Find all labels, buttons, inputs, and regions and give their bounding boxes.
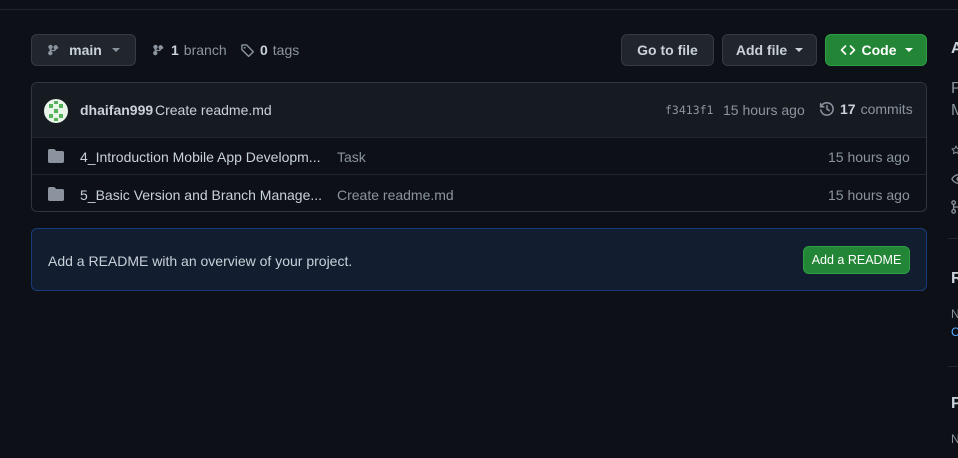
commit-message-link[interactable]: Create readme.md (155, 102, 272, 118)
go-to-file-label: Go to file (637, 42, 698, 58)
packages-text-line: N (951, 432, 958, 446)
branches-link[interactable]: 1 branch (152, 41, 227, 59)
file-commit-time: 15 hours ago (828, 187, 910, 203)
about-text-line: P (951, 80, 958, 97)
caret-down-icon (111, 48, 120, 52)
commits-link[interactable]: 17 commits (819, 101, 913, 117)
git-branch-icon (48, 44, 59, 56)
eye-icon (951, 174, 958, 184)
code-button[interactable]: Code (825, 34, 927, 66)
file-browser: dhaifan999 Create readme.md f3413f1 15 h… (31, 82, 927, 212)
file-row[interactable]: 5_Basic Version and Branch Manage... Cre… (32, 174, 926, 211)
sidebar-divider (948, 366, 958, 367)
about-heading: A (951, 40, 958, 57)
header-divider (0, 9, 958, 10)
packages-heading: P (951, 395, 958, 412)
git-branch-icon (153, 44, 164, 56)
add-readme-button[interactable]: Add a README (803, 246, 910, 274)
releases-text-line: N (951, 307, 958, 321)
branch-count-label: branch (183, 42, 227, 58)
history-icon (819, 102, 834, 116)
code-icon (840, 45, 855, 55)
file-name-link[interactable]: 5_Basic Version and Branch Manage... (80, 187, 322, 203)
about-text-line: M (951, 102, 958, 119)
commit-count-label: commits (860, 101, 913, 117)
file-commit-message-link[interactable]: Create readme.md (337, 187, 454, 203)
tag-count: 0 (260, 42, 268, 58)
star-icon (951, 145, 958, 155)
tags-link[interactable]: 0 tags (240, 41, 299, 59)
sidebar-divider (948, 238, 958, 239)
latest-commit-row: dhaifan999 Create readme.md f3413f1 15 h… (32, 83, 926, 138)
tag-count-label: tags (272, 42, 300, 58)
file-commit-message-link[interactable]: Task (337, 149, 366, 165)
tag-icon (241, 43, 255, 57)
folder-icon (48, 149, 64, 163)
file-name-link[interactable]: 4_Introduction Mobile App Developm... (80, 149, 320, 165)
add-file-label: Add file (735, 42, 788, 58)
file-commit-time: 15 hours ago (828, 149, 910, 165)
commit-count: 17 (840, 101, 856, 117)
caret-down-icon (795, 48, 804, 52)
branch-name: main (69, 42, 102, 58)
code-label: Code (861, 42, 897, 58)
releases-heading: R (951, 270, 958, 287)
releases-link[interactable]: C (951, 325, 958, 339)
fork-icon (951, 200, 958, 214)
file-row[interactable]: 4_Introduction Mobile App Developm... Ta… (32, 137, 926, 174)
commit-time: 15 hours ago (723, 102, 805, 118)
avatar[interactable] (44, 99, 68, 123)
go-to-file-button[interactable]: Go to file (621, 34, 714, 66)
branch-selector-button[interactable]: main (31, 34, 136, 66)
commit-author-link[interactable]: dhaifan999 (80, 102, 153, 118)
branch-count: 1 (171, 42, 179, 58)
folder-icon (48, 187, 64, 201)
add-readme-label: Add a README (811, 253, 902, 267)
add-readme-banner: Add a README with an overview of your pr… (31, 228, 927, 291)
commit-hash-link[interactable]: f3413f1 (665, 103, 713, 117)
add-file-button[interactable]: Add file (722, 34, 817, 66)
add-readme-text: Add a README with an overview of your pr… (48, 253, 353, 269)
caret-down-icon (904, 48, 913, 52)
